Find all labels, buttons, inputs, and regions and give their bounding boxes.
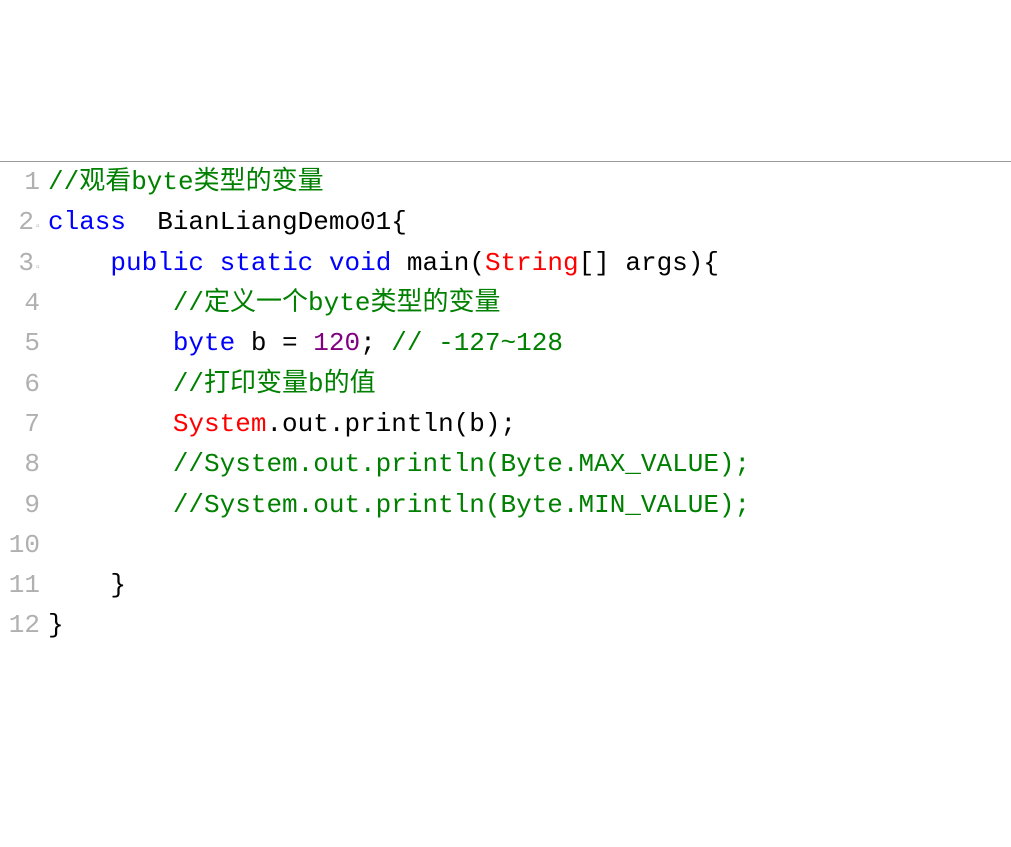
code-line[interactable]: //观看byte类型的变量 xyxy=(48,162,1011,202)
token-text xyxy=(48,449,173,479)
code-line[interactable]: System.out.println(b); xyxy=(48,404,1011,444)
token-text xyxy=(48,409,173,439)
token-system: System xyxy=(173,409,267,439)
line-number: 5 xyxy=(0,323,40,363)
token-text: BianLiangDemo01{ xyxy=(126,207,407,237)
token-text: .out.println(b); xyxy=(266,409,516,439)
token-text: [] args){ xyxy=(579,248,719,278)
token-text: ; xyxy=(360,328,391,358)
line-number: 8 xyxy=(0,444,40,484)
token-keyword: public xyxy=(110,248,204,278)
line-number: 7 xyxy=(0,404,40,444)
token-keyword: byte xyxy=(173,328,235,358)
code-line[interactable]: //打印变量b的值 xyxy=(48,364,1011,404)
code-area[interactable]: //观看byte类型的变量 class BianLiangDemo01{ publ… xyxy=(48,162,1011,646)
token-text xyxy=(48,328,173,358)
token-keyword: class xyxy=(48,207,126,237)
code-line[interactable]: } xyxy=(48,605,1011,645)
token-text xyxy=(48,248,110,278)
token-text xyxy=(48,490,173,520)
line-number: 12 xyxy=(0,605,40,645)
code-line[interactable]: } xyxy=(48,565,1011,605)
token-text xyxy=(48,288,173,318)
token-number: 120 xyxy=(313,328,360,358)
line-number-gutter: 12▫3▫456789101112 xyxy=(0,162,48,646)
token-comment: // -127~128 xyxy=(391,328,563,358)
code-line[interactable]: public static void main(String[] args){ xyxy=(48,243,1011,283)
line-number: 1 xyxy=(0,162,40,202)
token-text xyxy=(48,369,173,399)
code-line[interactable]: byte b = 120; // -127~128 xyxy=(48,323,1011,363)
token-comment: //观看byte类型的变量 xyxy=(48,167,324,197)
token-text: } xyxy=(48,570,126,600)
token-text: main( xyxy=(391,248,485,278)
token-text xyxy=(313,248,329,278)
token-comment: //System.out.println(Byte.MAX_VALUE); xyxy=(173,449,750,479)
line-number: 2▫ xyxy=(0,202,40,242)
token-keyword: void xyxy=(329,248,391,278)
token-text: b = xyxy=(235,328,313,358)
code-line[interactable]: //System.out.println(Byte.MIN_VALUE); xyxy=(48,485,1011,525)
code-line[interactable]: //System.out.println(Byte.MAX_VALUE); xyxy=(48,444,1011,484)
line-number: 6 xyxy=(0,364,40,404)
fold-indicator-icon[interactable]: ▫ xyxy=(35,222,41,233)
line-number: 11 xyxy=(0,565,40,605)
token-comment: //定义一个byte类型的变量 xyxy=(173,288,501,318)
token-string-type: String xyxy=(485,248,579,278)
line-number: 10 xyxy=(0,525,40,565)
line-number: 9 xyxy=(0,485,40,525)
token-keyword: static xyxy=(220,248,314,278)
fold-indicator-icon[interactable]: ▫ xyxy=(35,263,41,274)
code-line[interactable]: class BianLiangDemo01{ xyxy=(48,202,1011,242)
line-number: 3▫ xyxy=(0,243,40,283)
line-number: 4 xyxy=(0,283,40,323)
code-editor[interactable]: 12▫3▫456789101112 //观看byte类型的变量 class Bia… xyxy=(0,161,1011,646)
code-line[interactable]: //定义一个byte类型的变量 xyxy=(48,283,1011,323)
token-comment: //System.out.println(Byte.MIN_VALUE); xyxy=(173,490,750,520)
token-comment: //打印变量b的值 xyxy=(173,369,376,399)
token-text: } xyxy=(48,610,64,640)
code-line[interactable] xyxy=(48,525,1011,565)
token-text xyxy=(204,248,220,278)
